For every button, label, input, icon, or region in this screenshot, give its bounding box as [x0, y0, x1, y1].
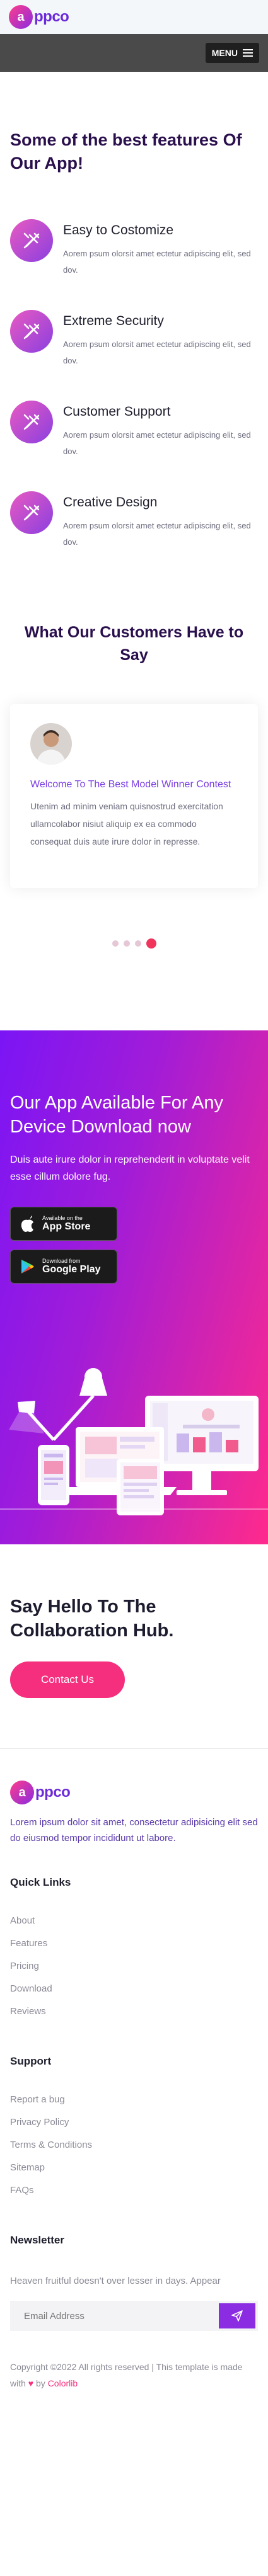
play-small: Download from — [42, 1258, 81, 1264]
footer-link[interactable]: Pricing — [10, 1961, 258, 1983]
carousel-dot[interactable] — [123, 940, 130, 947]
footer-about: Lorem ipsum dolor sit amet, consectetur … — [10, 1817, 258, 1844]
feature-title: Customer Support — [63, 404, 171, 419]
feature-item: Creative Design Aorem psum olorsit amet … — [10, 491, 258, 582]
download-heading: Our App Available For Any Device Downloa… — [10, 1093, 224, 1137]
copyright-by: by — [36, 2378, 45, 2388]
tablet-illustration — [117, 1459, 164, 1515]
footer-link[interactable]: Download — [10, 1983, 258, 2006]
carousel-dot[interactable] — [112, 940, 119, 947]
logo-badge: a — [10, 1781, 34, 1804]
tools-icon — [10, 401, 53, 443]
google-play-icon — [20, 1258, 36, 1275]
carousel-dots — [10, 938, 258, 949]
feature-title: Creative Design — [63, 495, 158, 510]
download-section: Our App Available For Any Device Downloa… — [0, 1030, 268, 1544]
site-footer: a ppco Lorem ipsum dolor sit amet, conse… — [0, 1749, 268, 2410]
quick-links-list: About Features Pricing Download Reviews — [10, 1915, 258, 2029]
feature-desc: Aorem psum olorsit amet ectetur adipisci… — [63, 339, 251, 365]
copyright: Copyright ©2022 All rights reserved | Th… — [10, 2359, 258, 2391]
carousel-dot-active[interactable] — [146, 938, 156, 949]
app-store-small: Available on the — [42, 1215, 83, 1221]
collab-heading: Say Hello To The Collaboration Hub. — [10, 1597, 174, 1641]
features-section: Some of the best features Of Our App! Ea… — [0, 72, 268, 607]
download-text: Duis aute irure dolor in reprehenderit i… — [10, 1154, 250, 1182]
logo-text: ppco — [34, 8, 69, 25]
google-play-button[interactable]: Download from Google Play — [10, 1250, 117, 1284]
footer-link[interactable]: Privacy Policy — [10, 2117, 258, 2140]
feature-item: Easy to Costomize Aorem psum olorsit ame… — [10, 219, 258, 310]
app-store-button[interactable]: Available on the App Store — [10, 1207, 117, 1241]
footer-link[interactable]: About — [10, 1915, 258, 1938]
phone-illustration — [38, 1445, 69, 1505]
feature-desc: Aorem psum olorsit amet ectetur adipisci… — [63, 430, 251, 456]
menu-label: MENU — [211, 48, 238, 58]
collab-section: Say Hello To The Collaboration Hub. Cont… — [0, 1544, 268, 1749]
tools-icon — [10, 491, 53, 534]
newsletter-form — [10, 2301, 258, 2331]
site-header: a ppco — [0, 0, 268, 34]
footer-link[interactable]: Sitemap — [10, 2162, 258, 2185]
feature-desc: Aorem psum olorsit amet ectetur adipisci… — [63, 521, 251, 547]
heart-icon: ♥ — [28, 2378, 34, 2388]
play-big: Google Play — [42, 1264, 101, 1275]
apple-icon — [20, 1216, 36, 1232]
menu-button[interactable]: MENU — [205, 43, 259, 63]
logo[interactable]: a ppco — [9, 5, 69, 29]
newsletter-title: Newsletter — [10, 2234, 64, 2246]
footer-logo[interactable]: a ppco — [10, 1781, 258, 1804]
footer-link[interactable]: FAQs — [10, 2185, 258, 2208]
tools-icon — [10, 219, 53, 262]
send-button[interactable] — [219, 2303, 255, 2328]
footer-link[interactable]: Features — [10, 1938, 258, 1961]
footer-link[interactable]: Terms & Conditions — [10, 2140, 258, 2162]
testimonial-text: Utenim ad minim veniam quisnostrud exerc… — [30, 801, 223, 846]
testimonials-section: What Our Customers Have to Say Welcome T… — [0, 607, 268, 974]
feature-desc: Aorem psum olorsit amet ectetur adipisci… — [63, 249, 251, 275]
logo-badge: a — [9, 5, 33, 29]
testimonials-heading: What Our Customers Have to Say — [24, 624, 244, 664]
features-heading: Some of the best features Of Our App! — [10, 130, 242, 173]
email-field[interactable] — [10, 2301, 216, 2331]
feature-title: Easy to Costomize — [63, 223, 174, 237]
copyright-prefix: Copyright ©2022 All rights reserved | Th… — [10, 2362, 243, 2388]
feature-title: Extreme Security — [63, 314, 164, 328]
support-links-list: Report a bug Privacy Policy Terms & Cond… — [10, 2094, 258, 2208]
app-store-big: App Store — [42, 1221, 91, 1232]
send-icon — [231, 2310, 243, 2322]
feature-item: Extreme Security Aorem psum olorsit amet… — [10, 310, 258, 401]
hamburger-icon — [243, 47, 253, 59]
carousel-dot[interactable] — [134, 940, 141, 947]
feature-item: Customer Support Aorem psum olorsit amet… — [10, 401, 258, 491]
footer-link[interactable]: Reviews — [10, 2006, 258, 2029]
testimonial-title: Welcome To The Best Model Winner Contest — [30, 779, 231, 790]
quick-links-title: Quick Links — [10, 1876, 71, 1888]
support-title: Support — [10, 2055, 52, 2067]
avatar — [30, 723, 72, 765]
navbar: MENU — [0, 34, 268, 72]
contact-us-button[interactable]: Contact Us — [10, 1661, 125, 1698]
tools-icon — [10, 310, 53, 353]
devices-illustration — [0, 1368, 268, 1515]
footer-link[interactable]: Report a bug — [10, 2094, 258, 2117]
newsletter-text: Heaven fruitful doesn't over lesser in d… — [10, 2276, 221, 2286]
testimonial-card: Welcome To The Best Model Winner Contest… — [10, 704, 258, 888]
logo-text: ppco — [35, 1784, 71, 1801]
colorlib-link[interactable]: Colorlib — [48, 2378, 78, 2388]
